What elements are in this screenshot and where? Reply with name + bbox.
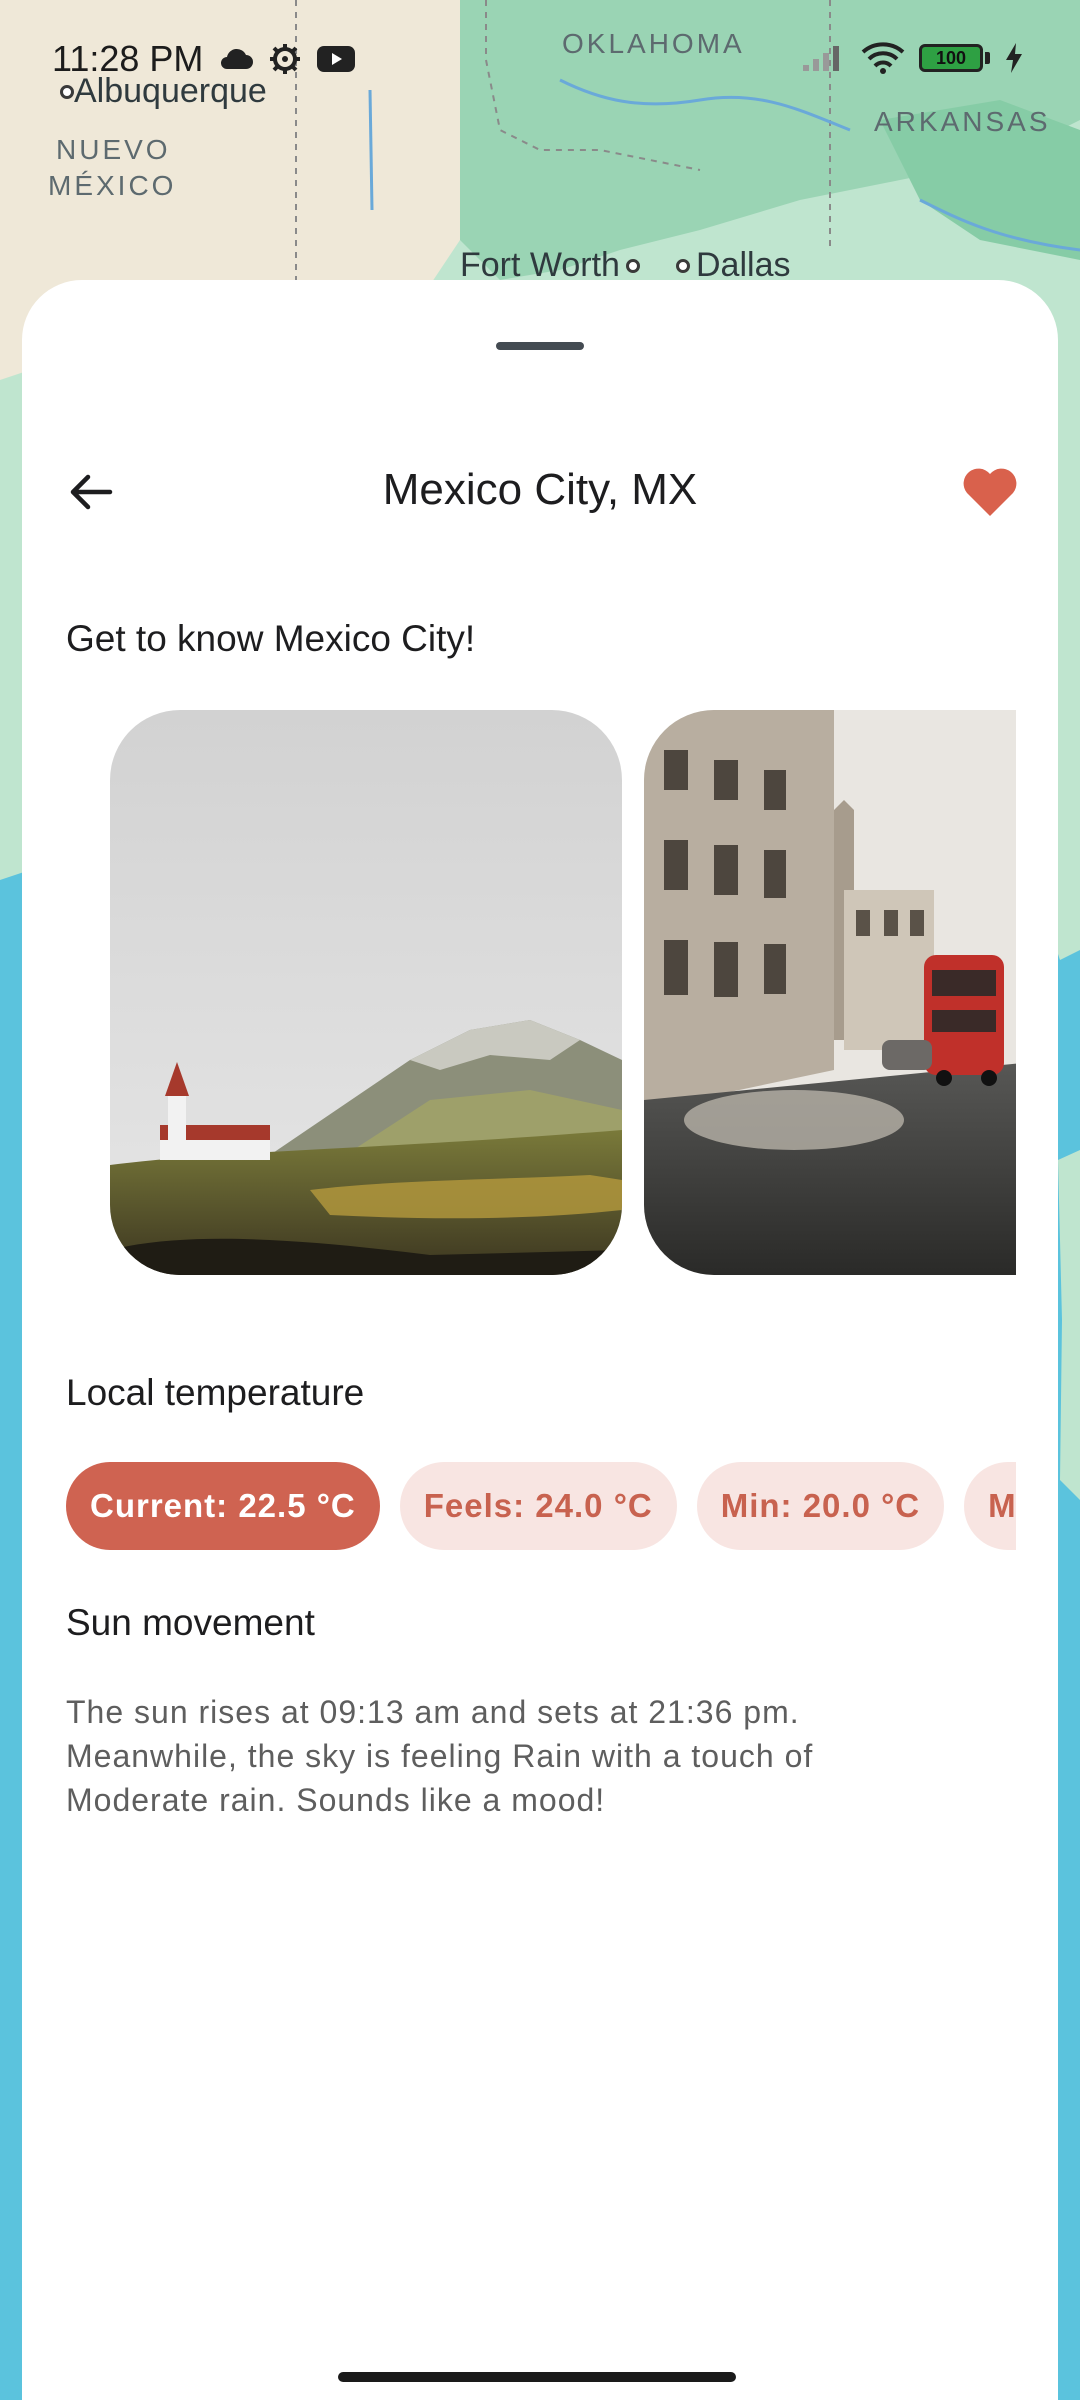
- cloud-icon: [221, 48, 253, 69]
- city-street-photo: [644, 710, 1016, 1275]
- temperature-chips: Current: 22.5 °C Feels: 24.0 °C Min: 20.0 …: [66, 1462, 1016, 1552]
- gallery-title: Get to know Mexico City!: [66, 618, 476, 659]
- chip-feels-temp[interactable]: Feels: 24.0 °C: [399, 1462, 677, 1550]
- favorite-button[interactable]: [958, 462, 1022, 522]
- status-notification-icons: [218, 42, 356, 76]
- chip-current-temp[interactable]: Current: 22.5 °C: [66, 1462, 380, 1550]
- sun-description: The sun rises at 09:13 am and sets at 21…: [66, 1694, 814, 1818]
- status-time: 11:28 PM: [52, 38, 204, 79]
- photo-carousel[interactable]: [110, 710, 1016, 1275]
- photo-card-landscape[interactable]: [110, 710, 622, 1275]
- sheet-header: Mexico City, MX: [22, 450, 1058, 530]
- battery-indicator: 100: [919, 44, 990, 72]
- youtube-icon: [317, 46, 355, 72]
- city-dot-icon: [676, 258, 690, 273]
- settings-gear-icon: [270, 44, 300, 74]
- chip-min-temp[interactable]: Min: 20.0 °C: [696, 1462, 945, 1550]
- map-label-nuevo: NUEVO: [56, 134, 171, 165]
- city-dot-icon: [625, 258, 640, 273]
- back-button[interactable]: [62, 464, 118, 520]
- app-screen: OKLAHOMA ARKANSAS NUEVO MÉXICO Albuquerq…: [0, 0, 1080, 2400]
- battery-icon: 100: [919, 44, 983, 72]
- arrow-back-icon: [70, 474, 113, 510]
- home-indicator[interactable]: [338, 2372, 736, 2382]
- church-mountain-photo: [110, 710, 622, 1275]
- city-details-sheet: Mexico City, MX Get to know Mexico City!: [22, 280, 1058, 2400]
- page-title: Mexico City, MX: [382, 465, 698, 514]
- status-bar: 11:28 PM 100: [0, 0, 1080, 120]
- map-label-mexico: MÉXICO: [48, 170, 177, 201]
- wifi-icon: [861, 42, 905, 74]
- photo-card-street[interactable]: [644, 710, 1016, 1275]
- heart-icon: [963, 468, 1017, 516]
- charging-bolt-icon: [1006, 43, 1022, 73]
- drag-handle[interactable]: [496, 342, 584, 350]
- signal-icon: [803, 46, 839, 71]
- sun-title: Sun movement: [66, 1602, 315, 1643]
- status-system-icons: 100: [801, 42, 1024, 74]
- chip-max-temp[interactable]: Ma: [964, 1462, 1016, 1550]
- temperature-title: Local temperature: [66, 1372, 365, 1413]
